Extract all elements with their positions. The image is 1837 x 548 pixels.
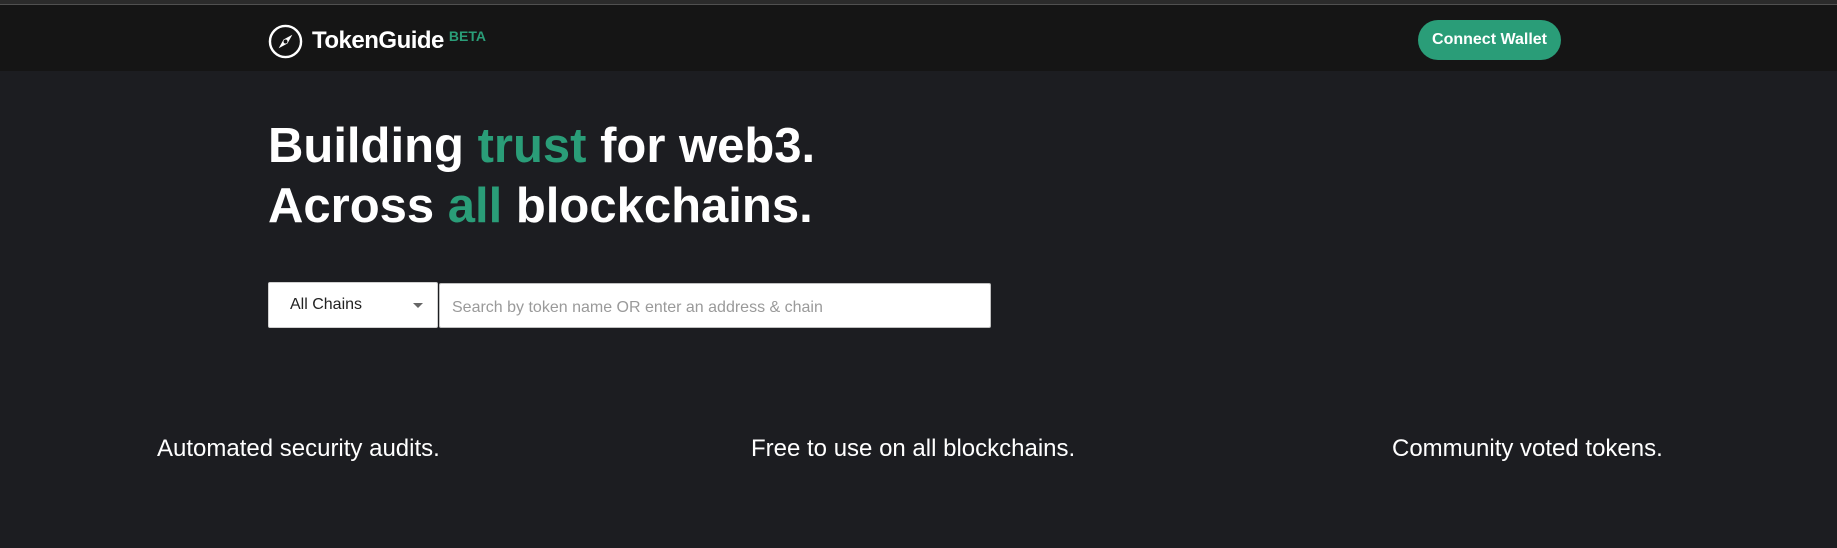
chain-select[interactable]: All Chains [268, 282, 438, 328]
chevron-down-icon [413, 303, 423, 308]
feature-free-to-use: Free to use on all blockchains. [751, 435, 1076, 462]
hero-headline: Building trust for web3. Across all bloc… [268, 116, 815, 236]
feature-security-audits: Automated security audits. [157, 435, 440, 462]
compass-icon [268, 24, 303, 58]
feature-community-voted: Community voted tokens. [1392, 435, 1663, 462]
token-search-input[interactable] [439, 283, 991, 328]
chain-select-value: All Chains [290, 296, 363, 313]
headline-line-1: Building trust for web3. [268, 119, 816, 173]
logo[interactable]: TokenGuide BETA [268, 23, 486, 59]
beta-badge: BETA [448, 28, 486, 44]
navbar: TokenGuide BETA Connect Wallet [0, 5, 1837, 71]
brand-name: TokenGuide [312, 27, 444, 54]
headline-line-2: Across all blockchains. [268, 179, 813, 233]
connect-wallet-button[interactable]: Connect Wallet [1418, 20, 1561, 60]
